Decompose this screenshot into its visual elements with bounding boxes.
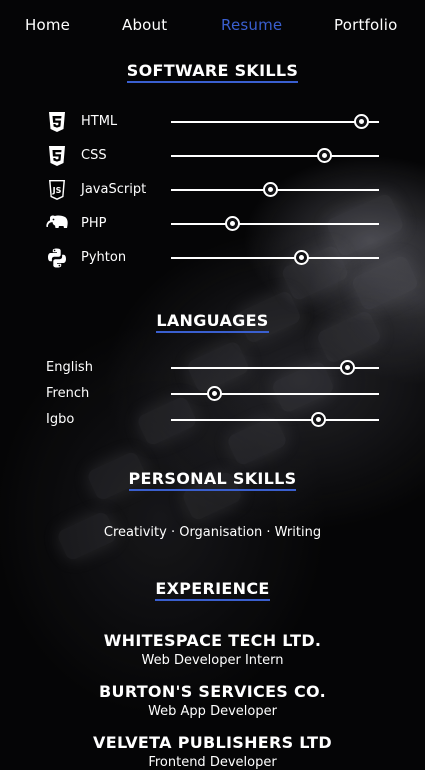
top-nav: Home About Resume Portfolio [0,0,425,52]
language-slider-french[interactable] [171,386,379,401]
slider-knob[interactable] [316,148,332,163]
skill-row-javascript: JS JavaScript [46,178,382,202]
language-slider-igbo[interactable] [171,412,379,427]
skill-label-css: CSS [81,148,107,163]
software-skills-heading: SOFTWARE SKILLS [0,61,425,83]
nav-about-link[interactable]: About [122,16,167,34]
skill-slider-php[interactable] [171,216,379,231]
experience-item: BURTON'S SERVICES CO. Web App Developer [0,682,425,719]
language-label-igbo: Igbo [46,412,75,427]
slider-knob[interactable] [206,386,222,401]
experience-role: Web App Developer [148,704,277,719]
personal-skills-heading: PERSONAL SKILLS [0,469,425,491]
language-row-igbo: Igbo [46,408,382,432]
nav-home-link[interactable]: Home [25,16,70,34]
experience-company: BURTON'S SERVICES CO. [99,682,326,701]
svg-text:JS: JS [52,186,62,195]
skill-label-javascript: JavaScript [81,182,147,197]
skill-row-php: PHP [46,212,382,236]
slider-knob[interactable] [354,114,370,129]
skill-label-php: PHP [81,216,107,231]
skill-row-css: CSS [46,144,382,168]
skill-slider-javascript[interactable] [171,182,379,197]
language-row-french: French [46,382,382,406]
javascript-icon: JS [49,180,65,200]
experience-role: Web Developer Intern [141,653,284,668]
experience-company: WHITESPACE TECH LTD. [103,631,322,650]
experience-company: VELVETA PUBLISHERS LTD [93,733,332,752]
languages-heading: LANGUAGES [0,311,425,333]
language-label-english: English [46,360,93,375]
nav-portfolio-link[interactable]: Portfolio [334,16,398,34]
experience-item: VELVETA PUBLISHERS LTD Frontend Develope… [0,733,425,770]
language-row-english: English [46,356,382,380]
experience-item: WHITESPACE TECH LTD. Web Developer Inter… [0,631,425,668]
slider-knob[interactable] [310,412,326,427]
slider-knob[interactable] [262,182,278,197]
experience-heading: EXPERIENCE [0,579,425,601]
css3-icon [49,146,65,166]
skill-label-python: Pyhton [81,250,127,265]
personal-skills-list: Creativity · Organisation · Writing [103,525,322,540]
skill-row-html: HTML [46,110,382,134]
skill-slider-html[interactable] [171,114,379,129]
language-slider-english[interactable] [171,360,379,375]
html5-icon [49,112,65,132]
skill-label-html: HTML [81,114,118,129]
slider-knob[interactable] [339,360,355,375]
language-label-french: French [46,386,90,401]
nav-resume-link[interactable]: Resume [221,16,282,34]
slider-knob[interactable] [225,216,241,231]
skill-slider-python[interactable] [171,250,379,265]
skill-row-python: Pyhton [46,246,382,270]
php-elephant-icon [46,215,68,228]
skill-slider-css[interactable] [171,148,379,163]
slider-knob[interactable] [294,250,310,265]
python-icon [48,248,66,268]
